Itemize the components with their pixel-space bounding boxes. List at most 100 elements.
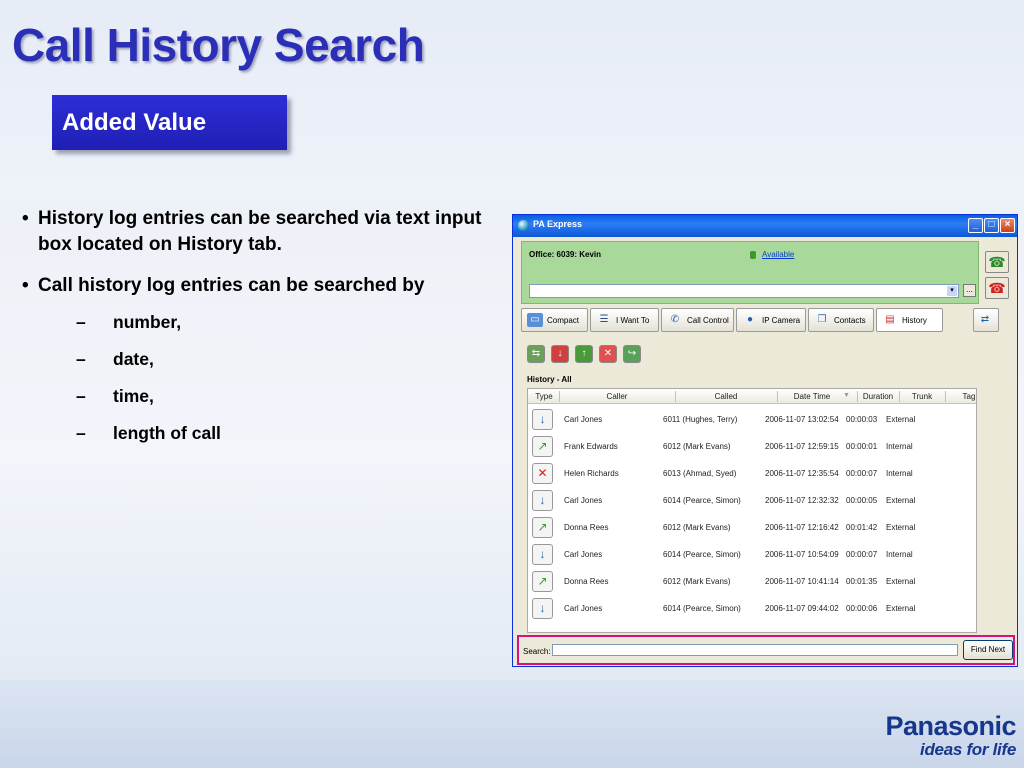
cell-trunk: External — [886, 577, 916, 586]
bullet-dot: • — [22, 275, 29, 296]
column-header-trunk[interactable]: Trunk — [900, 392, 944, 401]
window-titlebar[interactable]: PA Express _ □ × — [513, 215, 1017, 237]
outgoing-call-icon: ↗ — [532, 436, 553, 457]
all-calls-filter-icon[interactable]: ⇆ — [527, 345, 545, 363]
sub-bullet-list: – number, – date, – time, – length of call — [20, 310, 500, 445]
chevron-down-icon[interactable]: ▾ — [947, 286, 957, 296]
cell-trunk: External — [886, 496, 916, 505]
more-button[interactable]: ... — [963, 284, 976, 297]
minimize-button[interactable]: _ — [968, 218, 983, 233]
cell-datetime: 2006-11-07 10:54:09 — [765, 550, 839, 559]
forwarded-filter-icon[interactable]: ↪ — [623, 345, 641, 363]
sub-bullet-text: date, — [113, 349, 154, 369]
table-row[interactable]: ↗ Frank Edwards 6012 (Mark Evans) 2006-11-0… — [528, 433, 976, 460]
cell-duration: 00:00:07 — [846, 469, 878, 478]
close-button[interactable]: × — [1000, 218, 1015, 233]
incoming-filter-icon[interactable]: ↓ — [551, 345, 569, 363]
tab-i-want-to[interactable]: ☰ I Want To — [590, 308, 659, 332]
incoming-call-icon: ↓ — [532, 544, 553, 565]
cell-caller: Donna Rees — [564, 523, 609, 532]
table-row[interactable]: ✕ Helen Richards 6013 (Ahmad, Syed) 2006-11… — [528, 460, 976, 487]
search-area: Search: Find Next — [517, 635, 1015, 665]
presence-link[interactable]: Available — [762, 250, 794, 259]
phone-answer-icon: ☎ — [988, 254, 1006, 270]
logo-brand: Panasonic — [885, 711, 1016, 741]
column-header-datetime[interactable]: Date Time — [778, 392, 846, 401]
column-header-type[interactable]: Type — [530, 392, 558, 401]
cell-datetime: 2006-11-07 12:35:54 — [765, 469, 839, 478]
tab-contacts[interactable]: ❐ Contacts — [808, 308, 874, 332]
presence-icon — [750, 251, 756, 259]
sub-bullet-text: time, — [113, 386, 154, 406]
cell-called: 6012 (Mark Evans) — [663, 523, 731, 532]
cell-datetime: 2006-11-07 10:41:14 — [765, 577, 839, 586]
tab-label: Compact — [547, 316, 580, 325]
table-row[interactable]: ↓ Carl Jones 6014 (Pearce, Simon) 2006-11-0… — [528, 487, 976, 514]
cell-caller: Carl Jones — [564, 604, 603, 613]
cell-trunk: Internal — [886, 442, 913, 451]
history-title: History - All — [527, 375, 572, 384]
bullet-dot: • — [22, 208, 29, 229]
cell-caller: Carl Jones — [564, 496, 603, 505]
find-next-button[interactable]: Find Next — [963, 640, 1013, 660]
sort-arrow-icon: ▼ — [843, 392, 850, 399]
tab-ip-camera[interactable]: ● IP Camera — [736, 308, 806, 332]
cell-called: 6014 (Pearce, Simon) — [663, 550, 741, 559]
transfer-dropdown-button[interactable]: ⇄ — [973, 308, 999, 332]
sub-bullet-item: – date, — [76, 349, 154, 369]
hangup-button[interactable]: ☎ — [985, 277, 1009, 299]
cell-duration: 00:00:07 — [846, 550, 878, 559]
tab-call-control[interactable]: ✆ Call Control — [661, 308, 734, 332]
table-row[interactable]: ↗ Donna Rees 6012 (Mark Evans) 2006-11-07 1… — [528, 568, 976, 595]
pa-express-window: PA Express _ □ × Office: 6039: Kevin Ava… — [512, 214, 1018, 667]
column-header-called[interactable]: Called — [676, 392, 776, 401]
bullet-text: Call history log entries can be searched… — [38, 275, 425, 296]
missed-filter-icon[interactable]: ✕ — [599, 345, 617, 363]
table-header: Type Caller Called Date Time ▼ Duration … — [528, 389, 976, 404]
tab-compact[interactable]: ▭ Compact — [521, 308, 588, 332]
transfer-icon: ⇄ — [980, 314, 990, 325]
slide-title: Call History Search — [12, 19, 425, 71]
dial-input[interactable]: ▾ — [529, 284, 959, 298]
maximize-button[interactable]: □ — [984, 218, 999, 233]
list-icon: ☰ — [599, 314, 609, 325]
table-row[interactable]: ↓ Carl Jones 6014 (Pearce, Simon) 2006-11-0… — [528, 541, 976, 568]
table-row[interactable]: ↗ Donna Rees 6012 (Mark Evans) 2006-11-07 1… — [528, 514, 976, 541]
bullet-list: • History log entries can be searched vi… — [20, 206, 500, 458]
window-title: PA Express — [533, 219, 583, 229]
column-header-caller[interactable]: Caller — [560, 392, 674, 401]
column-header-duration[interactable]: Duration — [858, 392, 898, 401]
tab-label: Call Control — [687, 316, 729, 325]
tab-bar: ▭ Compact ☰ I Want To ✆ Call Control ● I… — [521, 308, 999, 332]
logo-tagline: ideas for life — [920, 740, 1016, 759]
cell-datetime: 2006-11-07 12:59:15 — [765, 442, 839, 451]
search-input[interactable] — [552, 644, 958, 656]
table-row[interactable]: ↓ Carl Jones 6014 (Pearce, Simon) 2006-11-0… — [528, 595, 976, 622]
cell-trunk: External — [886, 415, 916, 424]
table-row[interactable]: ↓ Carl Jones 6011 (Hughes, Terry) 2006-11-0… — [528, 406, 976, 433]
cell-trunk: Internal — [886, 550, 913, 559]
status-panel: Office: 6039: Kevin Available ▾ ... — [521, 241, 979, 304]
cell-datetime: 2006-11-07 12:16:42 — [765, 523, 839, 532]
cell-called: 6011 (Hughes, Terry) — [663, 415, 738, 424]
cell-duration: 00:00:01 — [846, 442, 878, 451]
cell-caller: Donna Rees — [564, 577, 609, 586]
outgoing-call-icon: ↗ — [532, 517, 553, 538]
sub-bullet-item: – number, — [76, 312, 182, 332]
cell-called: 6013 (Ahmad, Syed) — [663, 469, 737, 478]
phone-hangup-icon: ☎ — [988, 280, 1006, 296]
answer-call-button[interactable]: ☎ — [985, 251, 1009, 273]
column-header-tag[interactable]: Tag — [946, 392, 976, 401]
cell-called: 6014 (Pearce, Simon) — [663, 496, 741, 505]
background-bottom — [0, 680, 1024, 768]
outgoing-filter-icon[interactable]: ↑ — [575, 345, 593, 363]
sub-bullet-text: number, — [113, 312, 182, 332]
tab-label: I Want To — [616, 316, 650, 325]
tab-label: IP Camera — [762, 316, 801, 325]
bullet-text: History log entries can be searched via … — [38, 208, 482, 255]
cell-trunk: External — [886, 523, 916, 532]
sub-bullet-text: length of call — [113, 423, 221, 443]
cell-called: 6014 (Pearce, Simon) — [663, 604, 741, 613]
search-label: Search: — [523, 647, 551, 656]
tab-history[interactable]: ▤ History — [876, 308, 943, 332]
